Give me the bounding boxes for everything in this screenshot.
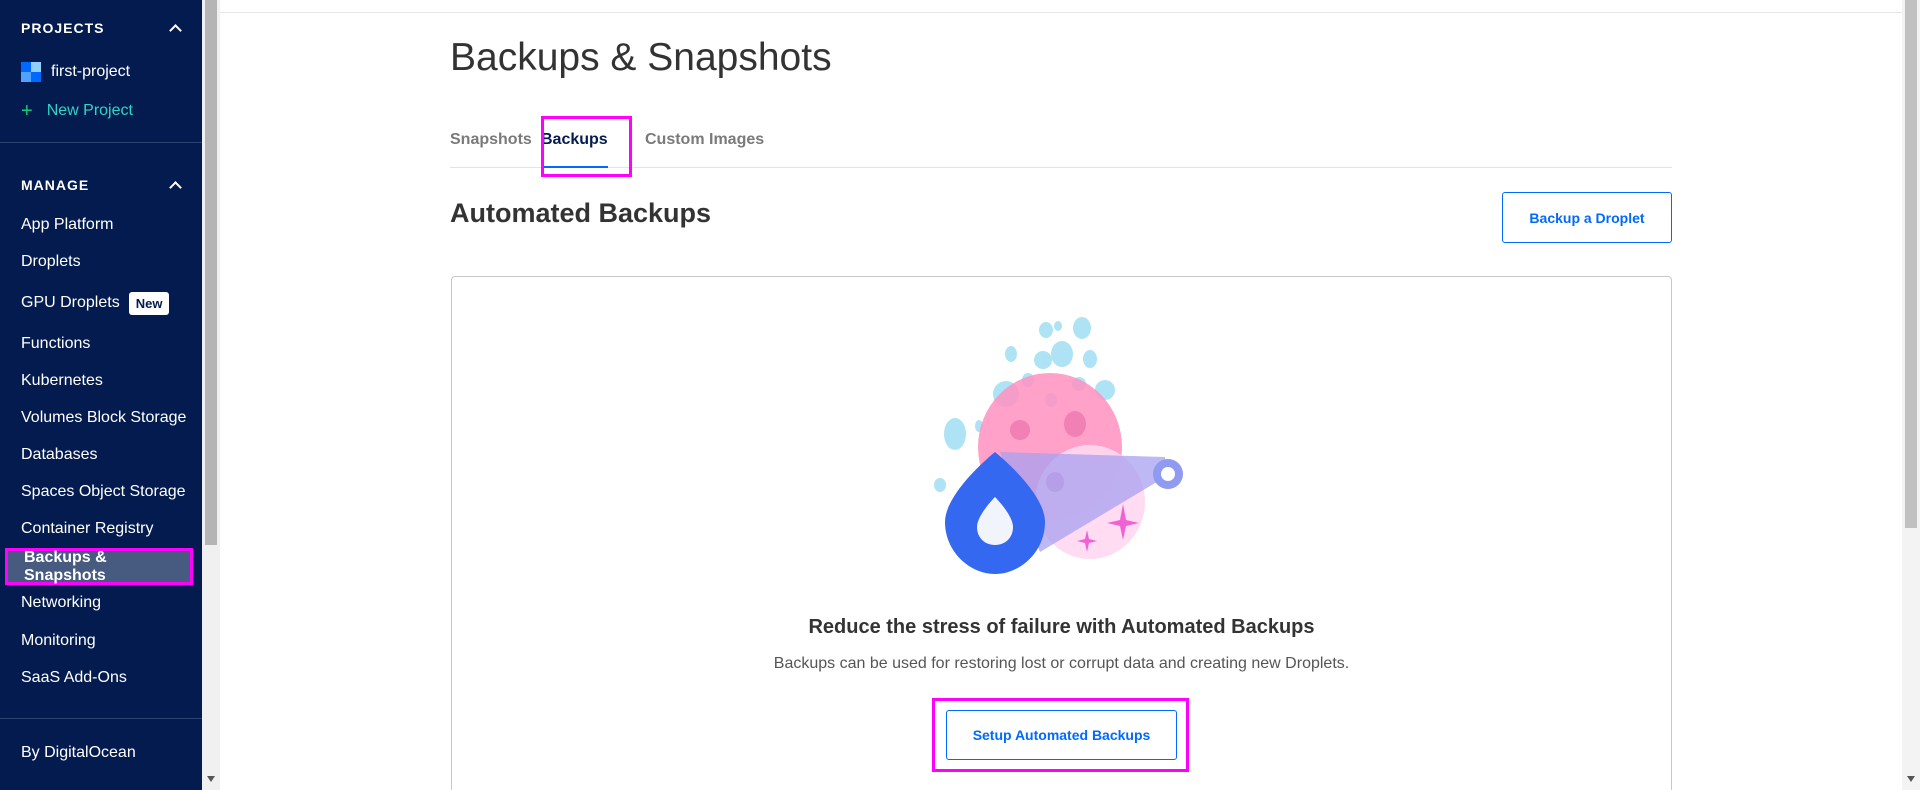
sidebar-item-label: Backups & Snapshots — [24, 548, 107, 584]
setup-highlight-box — [932, 698, 1189, 772]
chevron-up-icon[interactable] — [169, 179, 181, 191]
sidebar-divider — [0, 718, 202, 719]
sidebar-item-kubernetes[interactable]: Kubernetes — [0, 363, 202, 399]
sidebar: PROJECTS first-project + New Project MAN… — [0, 0, 202, 790]
sidebar-item-networking[interactable]: Networking — [0, 585, 202, 621]
project-name: first-project — [51, 63, 131, 80]
tab-custom-images[interactable]: Custom Images — [645, 130, 764, 168]
sidebar-item-label: Volumes Block Storage — [21, 409, 187, 426]
sidebar-item-databases[interactable]: Databases — [0, 437, 202, 473]
sidebar-item-droplets[interactable]: Droplets — [0, 244, 202, 280]
sidebar-item-label: Kubernetes — [21, 372, 103, 389]
sidebar-item-backups-snapshots[interactable]: Backups & Snapshots — [5, 548, 193, 585]
sidebar-footer-label: By DigitalOcean — [21, 744, 136, 761]
sidebar-item-volumes[interactable]: Volumes Block Storage — [0, 400, 202, 436]
sidebar-footer-link[interactable]: By DigitalOcean — [0, 735, 202, 771]
scroll-down-arrow-icon[interactable] — [1907, 776, 1915, 782]
sidebar-item-monitoring[interactable]: Monitoring — [0, 623, 202, 659]
sidebar-item-gpu-droplets[interactable]: GPU Droplets New — [0, 285, 202, 321]
projects-section-title: PROJECTS — [21, 20, 105, 36]
sidebar-item-saas-add-ons[interactable]: SaaS Add-Ons — [0, 660, 202, 696]
projects-section-header[interactable]: PROJECTS — [21, 20, 181, 36]
sidebar-item-label: SaaS Add-Ons — [21, 669, 127, 686]
tab-snapshots[interactable]: Snapshots — [450, 130, 532, 168]
sidebar-item-label: Networking — [21, 594, 102, 611]
project-first-project[interactable]: first-project — [21, 62, 130, 82]
sidebar-item-app-platform[interactable]: App Platform — [0, 207, 202, 243]
sidebar-item-label: Databases — [21, 446, 98, 463]
page-scrollbar-thumb[interactable] — [1905, 0, 1917, 528]
sidebar-item-container-registry[interactable]: Container Registry — [0, 511, 202, 547]
manage-section-title: MANAGE — [21, 177, 90, 193]
section-title: Automated Backups — [450, 198, 712, 228]
droplet-backup-illustration — [934, 317, 1183, 574]
sidebar-item-spaces[interactable]: Spaces Object Storage — [0, 474, 202, 510]
sidebar-item-functions[interactable]: Functions — [0, 326, 202, 362]
page-scrollbar[interactable] — [1902, 0, 1920, 790]
empty-state-heading: Reduce the stress of failure with Automa… — [808, 616, 1315, 638]
sidebar-item-label: GPU Droplets — [21, 294, 120, 311]
sidebar-scrollbar-thumb[interactable] — [205, 0, 217, 545]
sidebar-item-label: Spaces Object Storage — [21, 483, 186, 500]
sidebar-item-label: Container Registry — [21, 520, 154, 537]
new-badge: New — [128, 291, 170, 315]
empty-state-description: Backups can be used for restoring lost o… — [773, 655, 1350, 672]
sidebar-scrollbar[interactable] — [202, 0, 220, 790]
sidebar-divider — [0, 142, 202, 143]
scroll-down-arrow-icon[interactable] — [207, 776, 215, 782]
plus-icon: + — [21, 100, 33, 122]
sidebar-item-label: Functions — [21, 335, 91, 352]
page-title: Backups & Snapshots — [450, 36, 832, 79]
manage-section-header[interactable]: MANAGE — [21, 177, 181, 193]
new-project-label: New Project — [46, 102, 133, 119]
sidebar-item-label: Monitoring — [21, 632, 96, 649]
tab-highlight-box — [541, 116, 632, 177]
sidebar-item-label: Droplets — [21, 253, 81, 270]
backup-droplet-button[interactable]: Backup a Droplet — [1502, 192, 1672, 243]
header-divider — [220, 12, 1902, 13]
project-icon — [21, 62, 41, 82]
chevron-up-icon[interactable] — [169, 22, 181, 34]
new-project-link[interactable]: + New Project — [21, 101, 133, 121]
sidebar-item-label: App Platform — [21, 216, 114, 233]
tab-bar: Snapshots Backups Custom Images — [450, 130, 1672, 168]
